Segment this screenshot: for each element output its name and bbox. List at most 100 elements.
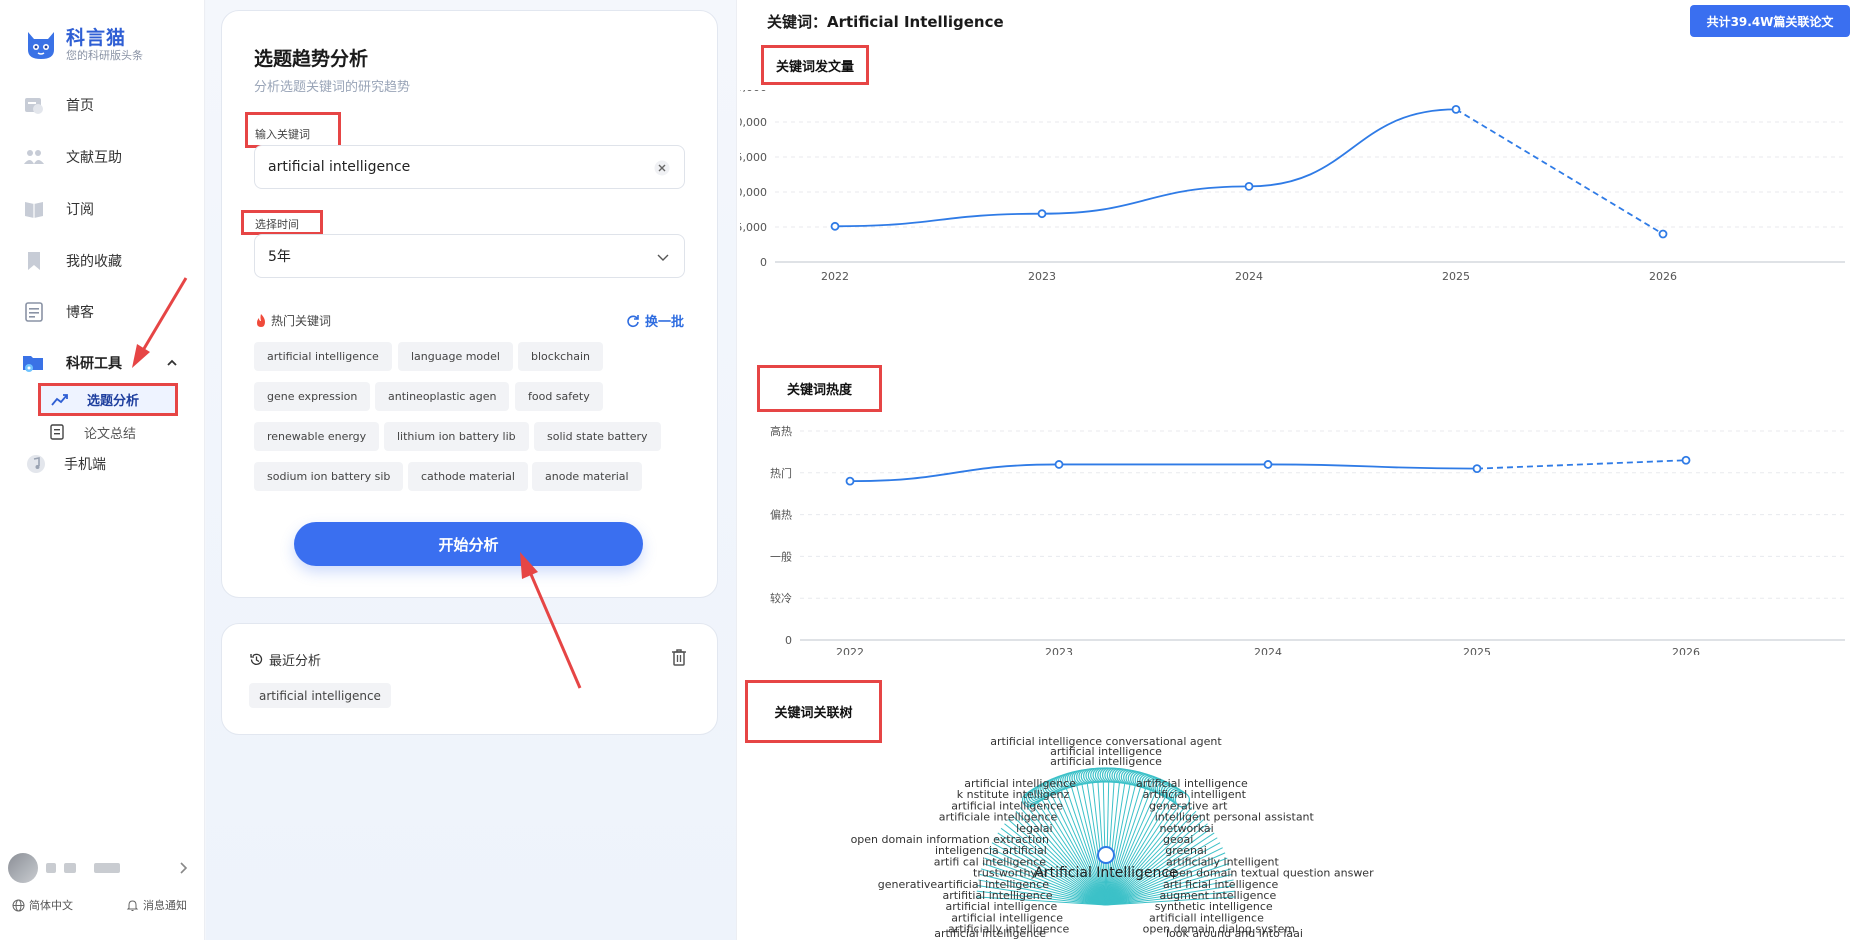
username-blurred-3: [94, 863, 120, 873]
recent-item[interactable]: artificial intelligence: [249, 683, 391, 708]
logo-tagline: 您的科研版头条: [66, 49, 143, 62]
projection-line: [1455, 108, 1664, 235]
hot-tag[interactable]: lithium ion battery lib: [384, 422, 529, 451]
x-tick-label: 2023: [1045, 646, 1073, 655]
keyword-result-title: 关键词：Artificial Intelligence: [767, 13, 1004, 31]
data-point: [845, 476, 855, 486]
notifications-link[interactable]: 消息通知: [126, 897, 187, 913]
refresh-icon: [627, 314, 639, 327]
trend-icon: [51, 391, 69, 409]
hot-tag[interactable]: anode material: [532, 462, 642, 491]
user-profile[interactable]: [8, 853, 198, 883]
data-point: [1244, 182, 1254, 191]
hot-tag[interactable]: food safety: [515, 382, 603, 411]
x-tick-label: 2026: [1672, 646, 1700, 655]
clear-icon[interactable]: [654, 160, 670, 176]
hot-keywords-label: 热门关键词: [271, 314, 332, 328]
keyword-input-value: artificial intelligence: [268, 159, 411, 175]
sub-topic-analysis[interactable]: 选题分析: [38, 383, 178, 416]
recent-analysis-card: [221, 623, 718, 735]
music-note-icon: [24, 452, 48, 476]
x-tick-label: 2024: [1254, 646, 1282, 655]
nav-favorites[interactable]: 我的收藏: [22, 246, 122, 276]
bookmark-icon: [22, 249, 46, 273]
globe-icon: [12, 899, 25, 912]
hot-tag[interactable]: solid state battery: [534, 422, 661, 451]
x-tick-label: 2024: [1235, 270, 1263, 283]
analysis-form-card: [221, 10, 718, 598]
nav-blog-label: 博客: [66, 305, 94, 321]
chevron-up-icon[interactable]: [166, 357, 178, 369]
sub-topic-analysis-label: 选题分析: [87, 394, 140, 409]
nav-favorites-label: 我的收藏: [66, 254, 122, 270]
keyword-input[interactable]: artificial intelligence: [254, 145, 685, 189]
hot-tag[interactable]: gene expression: [254, 382, 371, 411]
x-tick-label: 2023: [1028, 270, 1056, 283]
nav-mutual[interactable]: 文献互助: [22, 142, 122, 172]
fire-icon: [257, 313, 265, 327]
data-point: [1472, 464, 1482, 474]
trash-icon[interactable]: [671, 648, 687, 666]
nav-mobile[interactable]: 手机端: [24, 449, 106, 479]
hot-tag[interactable]: renewable energy: [254, 422, 380, 451]
data-point: [1263, 460, 1273, 469]
y-tick-label: 较冷: [770, 591, 792, 605]
hot-tag[interactable]: sodium ion battery sib: [254, 462, 404, 491]
keyword-association-tree: artificial intelligencek nstitute intell…: [851, 735, 1375, 940]
hot-tag[interactable]: language model: [398, 342, 513, 371]
keyword-label: 输入关键词: [255, 128, 310, 141]
hot-keywords-title: 热门关键词: [254, 312, 331, 329]
nav-home-label: 首页: [66, 98, 94, 114]
sidebar: 科言猫 您的科研版头条 首页 文献互助 订阅 我的收藏 博客 科研工具 选题分析…: [0, 0, 205, 940]
tree-root-label: Artificial Intelligence: [1034, 865, 1178, 881]
data-point: [1054, 460, 1064, 469]
nav-blog[interactable]: 博客: [22, 297, 94, 327]
notifications-label: 消息通知: [143, 899, 187, 912]
sub-paper-summary[interactable]: 论文总结: [48, 420, 136, 444]
hot-tag[interactable]: antineoplastic agen: [375, 382, 510, 411]
y-tick-label: 高热: [770, 424, 792, 438]
start-analysis-button[interactable]: 开始分析: [294, 522, 643, 566]
panel-subtitle: 分析选题关键词的研究趋势: [254, 80, 411, 95]
hot-tag[interactable]: blockchain: [518, 342, 603, 371]
time-select[interactable]: 5年: [254, 234, 685, 278]
x-tick-label: 2022: [836, 646, 864, 655]
recent-title: 最近分析: [249, 650, 321, 669]
chevron-down-icon: [657, 254, 669, 261]
data-point: [1658, 229, 1668, 239]
folder-gear-icon: [22, 351, 46, 375]
hot-tag[interactable]: artificial intelligence: [254, 342, 392, 371]
data-point: [1681, 455, 1691, 465]
series-line: [834, 108, 1457, 228]
language-switch[interactable]: 简体中文: [12, 897, 73, 913]
x-tick-label: 2022: [821, 270, 849, 283]
history-icon: [250, 653, 263, 665]
nav-home[interactable]: 首页: [22, 90, 94, 120]
logo[interactable]: 科言猫 您的科研版头条: [22, 26, 143, 64]
tree-label: artificial intelligence: [934, 927, 1046, 940]
language-label: 简体中文: [29, 899, 73, 912]
nav-research-tools[interactable]: 科研工具: [22, 348, 122, 378]
refresh-label: 换一批: [645, 315, 685, 330]
username-blurred: [46, 863, 56, 873]
y-tick-label: 25,000: [740, 90, 767, 94]
data-point: [1037, 209, 1047, 219]
refresh-button[interactable]: 换一批: [626, 311, 684, 330]
y-tick-label: 0: [760, 256, 767, 269]
nav-subscribe[interactable]: 订阅: [22, 194, 94, 224]
book-icon: [22, 197, 46, 221]
time-label: 选择时间: [255, 218, 299, 231]
sub-paper-summary-label: 论文总结: [84, 426, 137, 442]
x-tick-label: 2025: [1442, 270, 1470, 283]
file-text-icon: [48, 423, 66, 441]
related-papers-button[interactable]: 共计39.4W篇关联论文: [1690, 5, 1850, 37]
recent-title-label: 最近分析: [269, 654, 322, 669]
tree-label: look around and into laai: [1166, 927, 1303, 940]
data-point: [830, 221, 840, 231]
hot-tag[interactable]: cathode material: [408, 462, 528, 491]
time-select-value: 5年: [268, 249, 291, 265]
y-tick-label: 偏热: [770, 508, 792, 522]
panel-title: 选题趋势分析: [254, 48, 369, 70]
nav-research-tools-label: 科研工具: [66, 356, 122, 372]
x-tick-label: 2026: [1649, 270, 1677, 283]
